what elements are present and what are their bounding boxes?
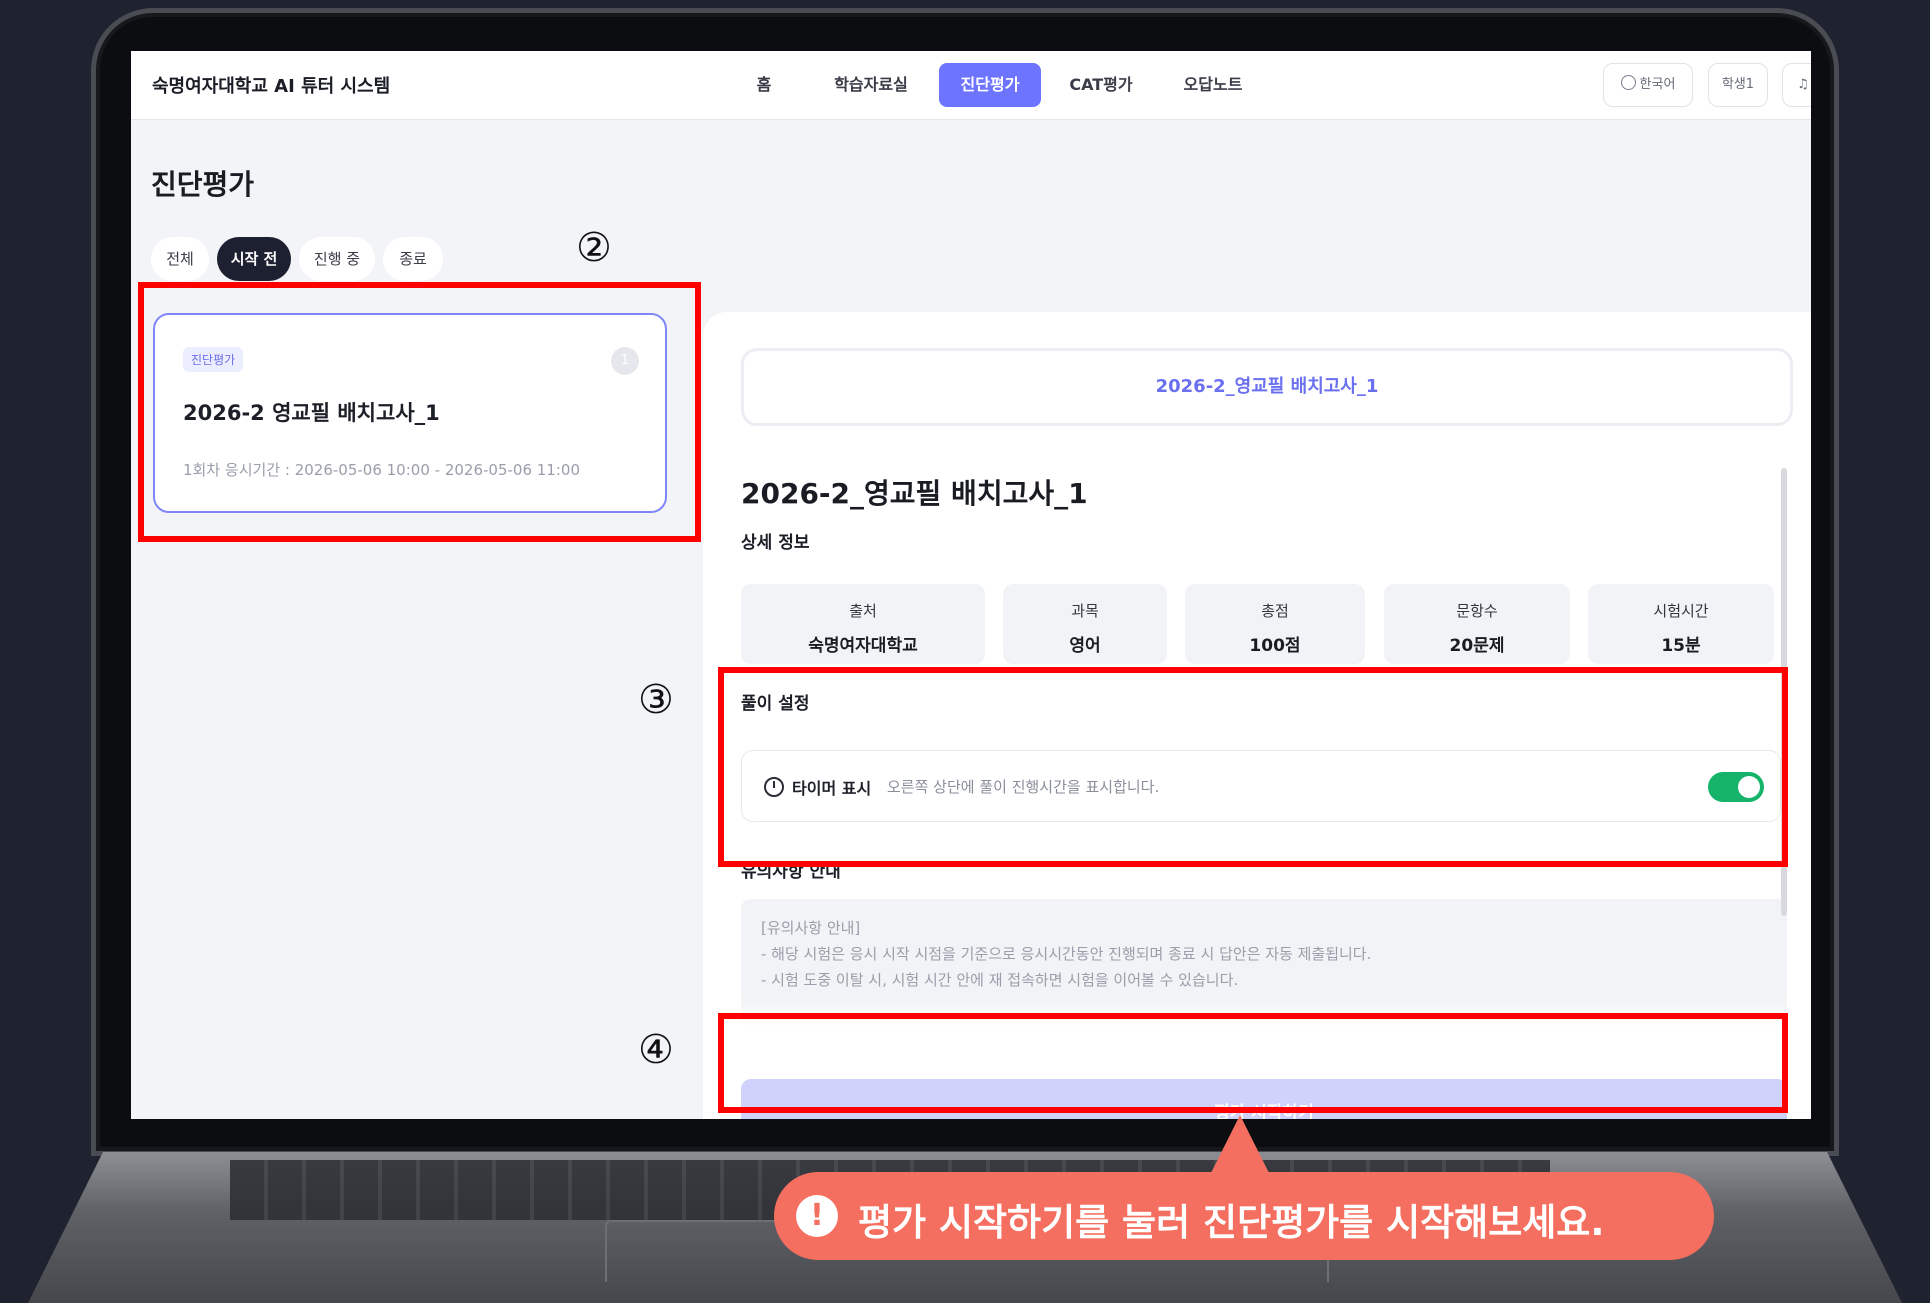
instruction-callout: ! 평가 시작하기를 눌러 진단평가를 시작해보세요. <box>774 1172 1714 1260</box>
info-value: 숙명여자대학교 <box>808 636 918 656</box>
filter-in-progress[interactable]: 진행 중 <box>299 237 375 281</box>
top-nav: 숙명여자대학교 AI 튜터 시스템 홈 학습자료실 진단평가 CAT평가 오답노… <box>131 51 1811 120</box>
language-select[interactable]: 한국어 <box>1603 63 1693 107</box>
page-title: 진단평가 <box>151 168 255 201</box>
user-menu[interactable]: 학생1 <box>1708 63 1768 107</box>
callout-tail <box>1210 1115 1270 1175</box>
info-key: 출처 <box>849 602 877 620</box>
info-key: 문항수 <box>1456 602 1498 620</box>
info-value: 15분 <box>1661 636 1701 656</box>
info-key: 과목 <box>1071 602 1099 620</box>
detail-header: 2026-2_영교필 배치고사_1 <box>741 348 1793 426</box>
info-value: 20문제 <box>1449 636 1505 656</box>
info-key: 시험시간 <box>1653 602 1709 620</box>
nav-materials[interactable]: 학습자료실 <box>816 63 926 107</box>
notice-line: [유의사항 안내] <box>761 919 861 937</box>
step-3-marker: ③ <box>638 677 674 723</box>
language-label: 한국어 <box>1639 77 1676 92</box>
globe-icon <box>1620 75 1636 90</box>
info-source: 출처 숙명여자대학교 <box>741 584 985 664</box>
app-screen: 숙명여자대학교 AI 튜터 시스템 홈 학습자료실 진단평가 CAT평가 오답노… <box>131 51 1811 1119</box>
bell-icon[interactable]: ♫ <box>1782 63 1811 107</box>
filter-not-started[interactable]: 시작 전 <box>217 237 291 281</box>
notice-line: - 시험 도중 이탈 시, 시험 시간 안에 재 접속하면 시험을 이어볼 수 … <box>761 971 1239 989</box>
notice-line: - 해당 시험은 응시 시작 시점을 기준으로 응시시간동안 진행되며 종료 시… <box>761 945 1372 963</box>
info-question-count: 문항수 20문제 <box>1384 584 1570 664</box>
info-section-label: 상세 정보 <box>741 533 810 553</box>
notice-box: [유의사항 안내] - 해당 시험은 응시 시작 시점을 기준으로 응시시간동안… <box>741 899 1787 1027</box>
info-total-score: 총점 100점 <box>1185 584 1365 664</box>
alert-icon: ! <box>796 1195 838 1237</box>
detail-title: 2026-2_영교필 배치고사_1 <box>741 477 1088 510</box>
callout-text: 평가 시작하기를 눌러 진단평가를 시작해보세요. <box>858 1201 1605 1244</box>
info-key: 총점 <box>1261 602 1289 620</box>
info-exam-time: 시험시간 15분 <box>1588 584 1774 664</box>
app-title: 숙명여자대학교 AI 튜터 시스템 <box>152 76 391 97</box>
info-value: 100점 <box>1249 636 1301 656</box>
step-4-marker: ④ <box>638 1027 674 1073</box>
info-value: 영어 <box>1069 636 1101 656</box>
step-2-marker: ② <box>576 225 612 271</box>
highlight-exam-card <box>138 282 701 542</box>
info-subject: 과목 영어 <box>1003 584 1167 664</box>
filter-ended[interactable]: 종료 <box>383 237 443 281</box>
nav-home[interactable]: 홈 <box>739 63 789 107</box>
nav-wrong-notes[interactable]: 오답노트 <box>1165 63 1261 107</box>
highlight-start-button <box>718 1013 1788 1113</box>
nav-diagnostic[interactable]: 진단평가 <box>939 63 1041 107</box>
nav-cat[interactable]: CAT평가 <box>1051 63 1151 107</box>
filter-all[interactable]: 전체 <box>151 237 209 281</box>
highlight-settings <box>718 667 1788 867</box>
